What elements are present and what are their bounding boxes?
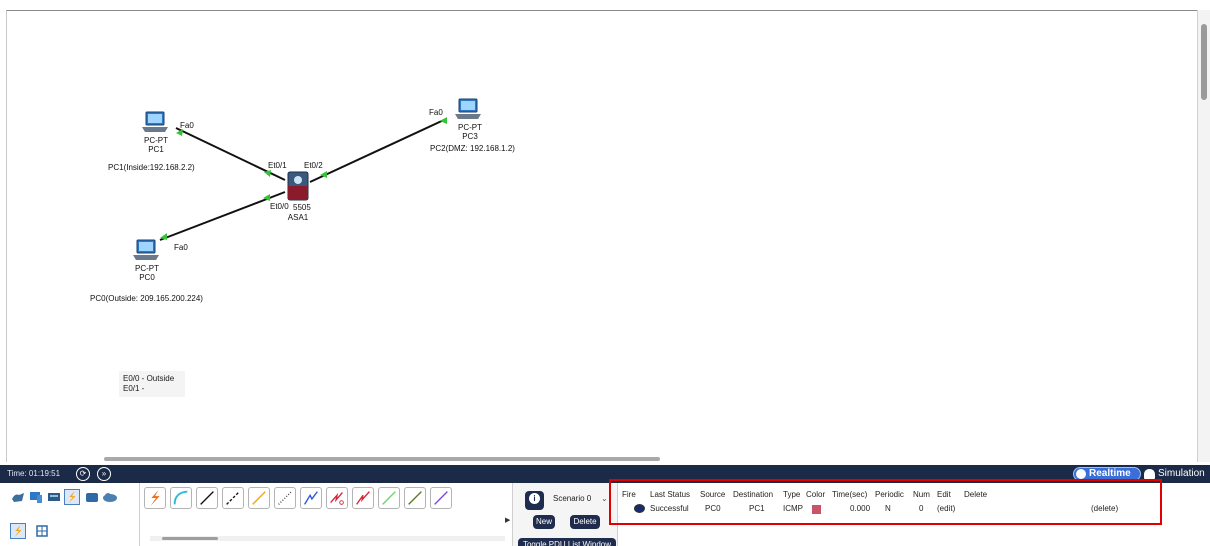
toggle-pdu-list-button[interactable]: Toggle PDU List Window — [518, 538, 616, 546]
note-line-2: E0/1 - — [123, 384, 145, 393]
misc-icon[interactable] — [84, 489, 100, 505]
port-label-asa-et01: Et0/1 — [268, 161, 287, 170]
fast-forward-icon[interactable]: » — [97, 467, 111, 481]
serial-dte-icon[interactable] — [352, 487, 374, 509]
port-label-pc1-fa0: Fa0 — [180, 121, 194, 130]
device-name-pc0: PC0 — [139, 273, 155, 282]
info-icon: i — [529, 493, 540, 505]
crossover-icon[interactable] — [222, 487, 244, 509]
phone-cable-icon[interactable] — [274, 487, 296, 509]
simulation-icon — [1144, 469, 1155, 479]
serial-dce-icon[interactable] — [326, 487, 348, 509]
note-line-1: E0/0 - Outside — [123, 374, 175, 383]
expand-panel-arrow-icon[interactable]: ▶ — [505, 516, 510, 524]
device-name-pc1: PC1 — [148, 145, 164, 154]
connection-panel-scrollbar[interactable] — [150, 536, 505, 541]
coaxial-icon[interactable] — [300, 487, 322, 509]
delete-scenario-button[interactable]: Delete — [570, 515, 600, 529]
grid-view-icon[interactable] — [34, 523, 50, 539]
end-devices-icon[interactable] — [28, 489, 44, 505]
new-scenario-button[interactable]: New — [533, 515, 555, 529]
connection-panel-scroll-thumb[interactable] — [162, 537, 218, 540]
connections-icon[interactable] — [64, 489, 80, 505]
chevron-down-icon[interactable]: ⌄ — [601, 494, 608, 503]
octal-icon[interactable] — [378, 487, 400, 509]
device-desc-pc0: PC0(Outside: 209.165.200.224) — [90, 294, 203, 303]
scenario-info-button[interactable]: i — [525, 491, 544, 510]
device-name-pc3: PC3 — [462, 132, 478, 141]
device-model-asa1: 5505 — [293, 203, 311, 212]
port-label-asa-et02: Et0/2 — [304, 161, 323, 170]
device-type-pc1: PC-PT — [144, 136, 168, 145]
pdu-highlight-box — [609, 479, 1162, 525]
pc-icon-pc0[interactable] — [133, 239, 159, 260]
firewall-icon-asa1[interactable] — [287, 171, 309, 201]
device-desc-pc1: PC1(Inside:192.168.2.2) — [108, 163, 195, 172]
components-icon[interactable] — [46, 489, 62, 505]
power-cycle-icon[interactable]: ⟳ — [76, 467, 90, 481]
workspace-horizontal-scroll-thumb[interactable] — [104, 457, 660, 461]
port-label-pc3-fa0: Fa0 — [429, 108, 443, 117]
simulation-label: Simulation — [1158, 468, 1205, 479]
device-desc-pc3: PC2(DMZ: 192.168.1.2) — [430, 144, 515, 153]
logical-workspace[interactable] — [6, 10, 1204, 462]
connection-type-panel — [140, 483, 510, 546]
vertical-scroll-thumb[interactable] — [1201, 24, 1207, 100]
iot-custom-icon[interactable] — [404, 487, 426, 509]
usb-icon[interactable] — [430, 487, 452, 509]
scenario-select[interactable]: Scenario 0 — [553, 494, 591, 503]
note-box[interactable]: E0/0 - Outside E0/1 - — [119, 371, 185, 397]
network-devices-icon[interactable] — [10, 489, 26, 505]
console-cable-icon[interactable] — [170, 487, 192, 509]
scenario-panel: i Scenario 0 ⌄ New Delete Toggle PDU Lis… — [512, 483, 618, 546]
realtime-clock-icon — [1076, 469, 1086, 479]
device-type-pc0: PC-PT — [135, 264, 159, 273]
device-type-selection-box — [0, 483, 140, 546]
realtime-label: Realtime — [1089, 468, 1131, 479]
automatic-connection-subcategory-icon[interactable] — [10, 523, 26, 539]
device-name-asa1: ASA1 — [287, 213, 309, 222]
port-label-pc0-fa0: Fa0 — [174, 243, 188, 252]
workspace-vertical-scrollbar[interactable] — [1197, 10, 1210, 462]
automatic-connection-icon[interactable] — [144, 487, 166, 509]
port-label-asa-et00: Et0/0 — [270, 202, 289, 211]
multiuser-icon[interactable] — [102, 489, 118, 505]
straight-through-icon[interactable] — [196, 487, 218, 509]
time-readout: Time: 01:19:51 — [7, 469, 61, 478]
fiber-icon[interactable] — [248, 487, 270, 509]
device-type-pc3: PC-PT — [458, 123, 482, 132]
pc-icon-pc1[interactable] — [142, 111, 168, 132]
pc-icon-pc3[interactable] — [455, 98, 481, 119]
